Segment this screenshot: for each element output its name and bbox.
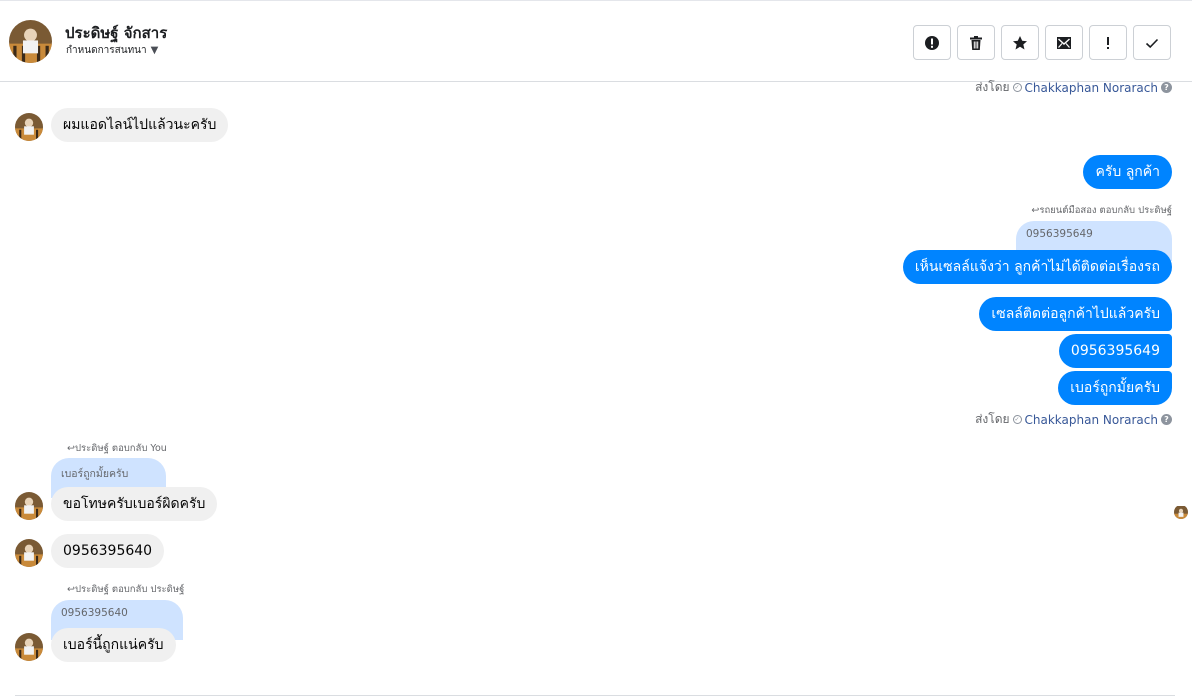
seen-avatar — [1174, 505, 1188, 519]
outgoing-message[interactable]: เบอร์ถูกมั้ยครับ — [1058, 371, 1172, 405]
reply-meta: ↩ประดิษฐ์ ตอบกลับ You — [67, 441, 167, 456]
delete-button[interactable] — [957, 25, 995, 60]
reply-meta-text: ประดิษฐ์ ตอบกลับ ประดิษฐ์ — [74, 584, 185, 595]
reply-meta: ↩ประดิษฐ์ ตอบกลับ ประดิษฐ์ — [67, 582, 184, 597]
outgoing-message[interactable]: 0956395649 — [1058, 334, 1172, 368]
contact-name[interactable]: ประดิษฐ์ จักสาร — [65, 21, 167, 45]
checkmark-icon — [1145, 38, 1159, 48]
mail-unread-icon — [1057, 36, 1071, 49]
help-icon[interactable]: ? — [1161, 82, 1172, 93]
contact-avatar-small[interactable] — [15, 492, 43, 520]
incoming-message[interactable]: ผมแอดไลน์ไปแล้วนะครับ — [51, 108, 229, 142]
incoming-message[interactable]: เบอร์นี้ถูกแน่ครับ — [51, 628, 176, 662]
star-icon — [1013, 35, 1027, 49]
reply-meta: ↩รถยนต์มือสอง ตอบกลับ ประดิษฐ์ — [1031, 203, 1172, 218]
alert-circle-icon — [925, 35, 939, 50]
contact-avatar-small[interactable] — [15, 633, 43, 661]
outgoing-message[interactable]: เซลล์ติดต่อลูกค้าไปแล้วครับ — [979, 297, 1172, 331]
follow-up-button[interactable] — [1089, 25, 1127, 60]
conversation-settings-label: กำหนดการสนทนา — [66, 45, 147, 56]
exclamation-icon — [1107, 36, 1109, 49]
sent-by-label: ส่งโดย — [975, 412, 1010, 426]
composer-divider — [15, 695, 1175, 696]
check-icon: ✓ — [1012, 83, 1022, 92]
sender-link[interactable]: Chakkaphan Norarach — [1025, 413, 1158, 427]
sent-by-label: ส่งโดย — [975, 80, 1010, 94]
reply-arrow-icon: ↩ — [67, 443, 75, 454]
mark-unread-button[interactable] — [1045, 25, 1083, 60]
header-actions — [913, 25, 1171, 60]
conversation-header: ประดิษฐ์ จักสาร กำหนดการสนทนา ▼ — [0, 0, 1192, 82]
reply-meta-text: รถยนต์มือสอง ตอบกลับ ประดิษฐ์ — [1039, 205, 1172, 216]
help-icon[interactable]: ? — [1161, 414, 1172, 425]
contact-avatar-small[interactable] — [15, 539, 43, 567]
mark-done-button[interactable] — [1133, 25, 1171, 60]
incoming-message[interactable]: ขอโทษครับเบอร์ผิดครับ — [51, 487, 218, 521]
contact-avatar-small[interactable] — [15, 113, 43, 141]
mark-spam-button[interactable] — [913, 25, 951, 60]
trash-icon — [970, 35, 982, 50]
reply-meta-text: ประดิษฐ์ ตอบกลับ You — [74, 443, 167, 454]
sent-by-line: ส่งโดย ✓ Chakkaphan Norarach ? — [975, 410, 1172, 429]
sender-link[interactable]: Chakkaphan Norarach — [1025, 81, 1158, 95]
caret-down-icon: ▼ — [150, 45, 159, 56]
outgoing-message[interactable]: ครับ ลูกค้า — [1083, 155, 1172, 189]
star-button[interactable] — [1001, 25, 1039, 60]
sent-by-line: ส่งโดย ✓ Chakkaphan Norarach ? — [975, 78, 1172, 97]
outgoing-message[interactable]: เห็นเซลล์แจ้งว่า ลูกค้าไม่ได้ติดต่อเรื่อ… — [902, 250, 1172, 284]
contact-avatar[interactable] — [9, 20, 52, 63]
reply-arrow-icon: ↩ — [67, 584, 75, 595]
incoming-message[interactable]: 0956395640 — [51, 534, 165, 568]
conversation-settings-dropdown[interactable]: กำหนดการสนทนา ▼ — [66, 43, 158, 58]
check-icon: ✓ — [1012, 415, 1022, 424]
